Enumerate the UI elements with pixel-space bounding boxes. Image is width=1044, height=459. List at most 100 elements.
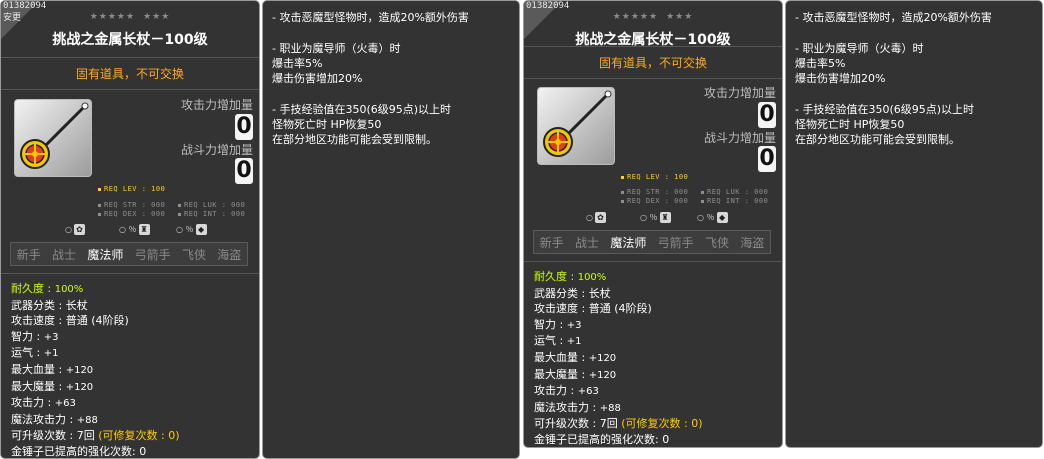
staff-icon xyxy=(543,90,612,157)
desc-line: 爆击率5% xyxy=(272,56,323,70)
divider xyxy=(1,273,259,274)
magic-attack-row: 魔法攻击力 : +88 xyxy=(534,400,621,414)
desc-line: - 职业为魔导师（火毒）时 xyxy=(795,41,924,55)
item-icon-frame xyxy=(14,99,92,177)
pet-icon: ✿ xyxy=(594,212,606,223)
divider xyxy=(1,89,259,90)
job-bowman: 弓箭手 xyxy=(657,235,694,250)
item-description-panel: - 攻击恶魔型怪物时，造成20%额外伤害 - 职业为魔导师（火毒）时 爆击率5% 爆… xyxy=(262,0,520,459)
staff-icon xyxy=(20,102,89,169)
combat-increase-value: 0 xyxy=(758,146,776,172)
desc-line: 在部分地区功能可能会受到限制。 xyxy=(795,133,960,147)
desc-line: - 攻击恶魔型怪物时，造成20%额外伤害 xyxy=(272,11,469,24)
combat-increase-label: 战斗力增加量 xyxy=(703,131,776,145)
attack-increase-value: 0 xyxy=(758,102,776,128)
stars-group-1: ★★★★★ xyxy=(89,12,136,22)
req-int: REQ INT : 000 xyxy=(701,197,768,205)
badge-shield: ○ ％ ◆ xyxy=(176,223,207,237)
untradeable-notice: 固有道具，不可交换 xyxy=(75,67,184,81)
attack-increase-label: 攻击力增加量 xyxy=(180,98,253,112)
magic-attack-row: 魔法攻击力 : +88 xyxy=(11,412,98,426)
equip-badges: ○ ✿ ○ ％ ♜ ○ ％ ◆ xyxy=(524,211,782,225)
upgrades-row: 可升级次数 : 7回 (可修复次数 : 0) xyxy=(11,429,180,443)
weapon-type-row: 武器分类 : 长杖 xyxy=(11,298,88,312)
req-lev: REQ LEV : 100 xyxy=(98,185,165,193)
attack-speed-row: 攻击速度 : 普通 (4阶段) xyxy=(534,302,652,316)
stars-group-2: ★★★ xyxy=(143,12,171,22)
star-rating: ★★★★★ ★★★ xyxy=(1,12,259,22)
divider xyxy=(1,57,259,58)
desc-line: 怪物死亡时 HP恢复50 xyxy=(272,118,382,132)
hammer-row: 金锤子已提高的强化次数: 0 xyxy=(534,432,670,446)
job-pirate: 海盗 xyxy=(740,235,765,250)
int-row: 智力 : +3 xyxy=(11,329,59,343)
desc-line xyxy=(272,25,469,40)
desc-line xyxy=(795,25,992,40)
desc-line: 爆击伤害增加20% xyxy=(272,72,363,86)
job-requirements: 新手 战士 魔法师 弓箭手 飞侠 海盗 xyxy=(10,242,248,266)
desc-line: - 攻击恶魔型怪物时，造成20%额外伤害 xyxy=(795,11,992,24)
req-luk: REQ LUK : 000 xyxy=(178,201,245,209)
job-warrior: 战士 xyxy=(574,235,599,250)
attack-row: 攻击力 : +63 xyxy=(534,384,599,398)
combat-increase-value: 0 xyxy=(235,158,253,184)
job-warrior: 战士 xyxy=(51,247,76,262)
job-beginner: 新手 xyxy=(16,247,41,262)
item-title: 挑战之金属长杖－100级 xyxy=(52,32,208,48)
job-bowman: 弓箭手 xyxy=(134,247,171,262)
luk-row: 运气 : +1 xyxy=(534,334,582,348)
desc-line xyxy=(272,86,469,101)
item-stats: 耐久度 : 100% 武器分类 : 长杖 攻击速度 : 普通 (4阶段) 智力 … xyxy=(534,269,703,447)
equip-badges: ○ ✿ ○ ％ ♜ ○ ％ ◆ xyxy=(1,223,259,237)
description-text: - 攻击恶魔型怪物时，造成20%额外伤害 - 职业为魔导师（火毒）时 爆击率5% 爆… xyxy=(272,10,469,148)
combat-increase-label: 战斗力增加量 xyxy=(180,143,253,157)
job-thief: 飞侠 xyxy=(704,235,729,250)
badge-pet: ○ ✿ xyxy=(586,211,606,225)
hammer-row: 金锤子已提高的强化次数: 0 xyxy=(11,444,147,458)
durability-row: 耐久度 : 100% xyxy=(11,282,84,295)
shield-icon: ◆ xyxy=(195,224,207,235)
armor-icon: ♜ xyxy=(138,224,150,235)
stars-group-1: ★★★★★ xyxy=(612,12,659,22)
shield-icon: ◆ xyxy=(716,212,728,223)
max-mp-row: 最大魔量 : +120 xyxy=(534,367,617,381)
pet-icon: ✿ xyxy=(73,224,85,235)
desc-line: 怪物死亡时 HP恢复50 xyxy=(795,118,905,132)
item-icon-frame xyxy=(537,87,615,165)
durability-row: 耐久度 : 100% xyxy=(534,270,607,283)
item-tooltip-panel: 01382094 安更 ★★★★★ ★★★ 挑战之金属长杖－100级 固有道具，不… xyxy=(0,0,260,459)
req-str: REQ STR : 000 xyxy=(621,188,688,196)
divider xyxy=(524,46,782,47)
luk-row: 运气 : +1 xyxy=(11,346,59,360)
attack-increase-value: 0 xyxy=(235,114,253,140)
badge-shield: ○ ％ ◆ xyxy=(697,211,728,225)
job-thief: 飞侠 xyxy=(181,247,206,262)
max-mp-row: 最大魔量 : +120 xyxy=(11,379,94,393)
item-stats: 耐久度 : 100% 武器分类 : 长杖 攻击速度 : 普通 (4阶段) 智力 … xyxy=(11,281,180,458)
badge-pet: ○ ✿ xyxy=(65,223,85,237)
max-hp-row: 最大血量 : +120 xyxy=(534,350,617,364)
max-hp-row: 最大血量 : +120 xyxy=(11,362,94,376)
untradeable-notice: 固有道具，不可交换 xyxy=(598,56,707,70)
item-id: 01382094 xyxy=(526,1,570,11)
desc-line: 爆击率5% xyxy=(795,56,846,70)
req-lev: REQ LEV : 100 xyxy=(621,173,688,181)
job-pirate: 海盗 xyxy=(217,247,242,262)
star-rating: ★★★★★ ★★★ xyxy=(524,12,782,22)
job-magician: 魔法师 xyxy=(87,247,124,262)
desc-line: - 手技经验值在350(6级95点)以上时 xyxy=(795,102,975,116)
upgrades-row: 可升级次数 : 7回 (可修复次数 : 0) xyxy=(534,417,703,431)
item-description-panel: - 攻击恶魔型怪物时，造成20%额外伤害 - 职业为魔导师（火毒）时 爆击率5% 爆… xyxy=(785,0,1043,448)
divider xyxy=(524,78,782,79)
badge-armor: ○ ％ ♜ xyxy=(119,224,150,235)
desc-line: - 职业为魔导师（火毒）时 xyxy=(272,41,401,55)
req-dex: REQ DEX : 000 xyxy=(98,210,165,218)
job-beginner: 新手 xyxy=(539,235,564,250)
req-dex: REQ DEX : 000 xyxy=(621,197,688,205)
int-row: 智力 : +3 xyxy=(534,317,582,331)
badge-armor: ○ ％ ♜ xyxy=(640,212,671,223)
item-tooltip-panel: 01382094 ★★★★★ ★★★ 挑战之金属长杖－100级 固有道具，不可交换… xyxy=(523,0,783,448)
desc-line: - 手技经验值在350(6级95点)以上时 xyxy=(272,102,452,116)
job-requirements: 新手 战士 魔法师 弓箭手 飞侠 海盗 xyxy=(533,230,771,254)
desc-line: 在部分地区功能可能会受到限制。 xyxy=(272,133,437,147)
